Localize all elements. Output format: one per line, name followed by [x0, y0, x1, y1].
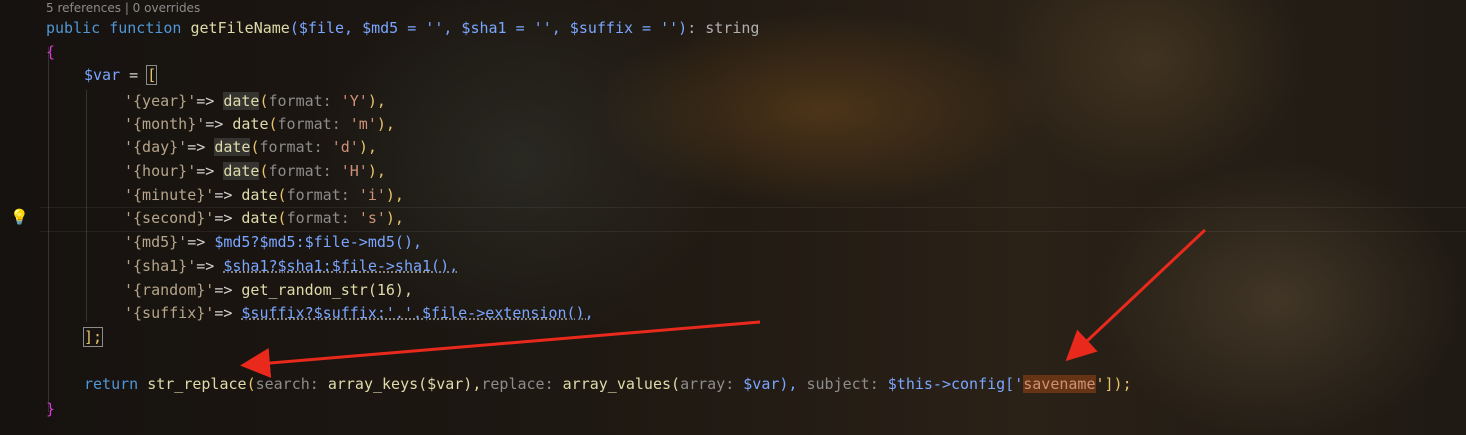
annotation-arrows [240, 228, 1207, 378]
arrow-to-savename [1065, 228, 1207, 362]
arrow-to-str-replace [240, 320, 761, 378]
